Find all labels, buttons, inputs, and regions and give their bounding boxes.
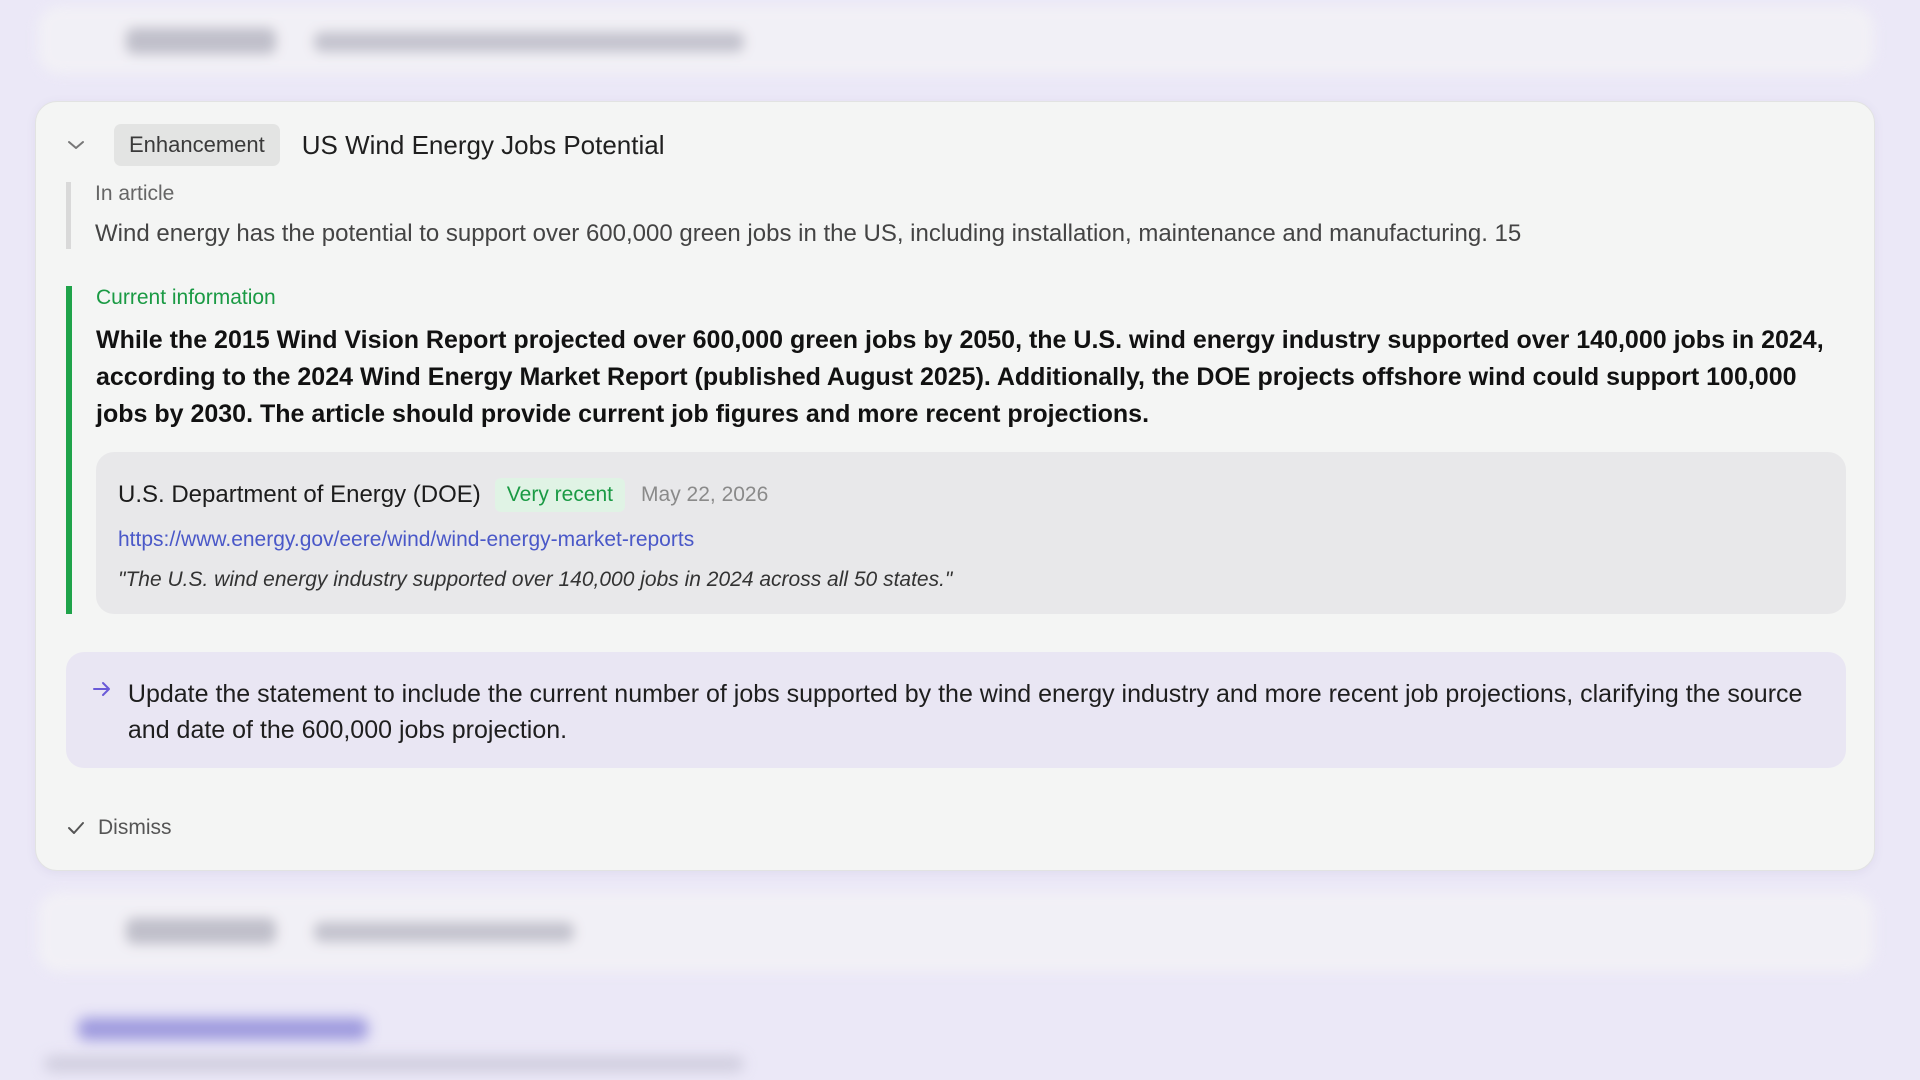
card-header[interactable]: Enhancement US Wind Energy Jobs Potentia… xyxy=(66,124,665,166)
dismiss-button[interactable]: Dismiss xyxy=(66,816,172,840)
blurred-text xyxy=(44,1056,744,1072)
source-header: U.S. Department of Energy (DOE) Very rec… xyxy=(118,478,1824,513)
in-article-text: Wind energy has the potential to support… xyxy=(95,220,1522,247)
source-link[interactable]: https://www.energy.gov/eere/wind/wind-en… xyxy=(118,528,1824,552)
current-information-text: While the 2015 Wind Vision Report projec… xyxy=(96,326,1824,428)
category-tag: Enhancement xyxy=(114,124,280,166)
arrow-right-icon xyxy=(92,676,114,768)
source-box: U.S. Department of Energy (DOE) Very rec… xyxy=(96,452,1846,615)
recency-badge: Very recent xyxy=(494,478,626,513)
check-icon xyxy=(66,820,88,836)
chevron-down-icon[interactable] xyxy=(66,135,86,155)
source-quote: "The U.S. wind energy industry supported… xyxy=(118,568,953,592)
card-title: US Wind Energy Jobs Potential xyxy=(301,129,665,160)
blurred-link xyxy=(78,1018,368,1040)
suggestion-card: Enhancement US Wind Energy Jobs Potentia… xyxy=(35,101,1875,871)
blurred-tag xyxy=(126,918,276,944)
blurred-title xyxy=(314,922,574,942)
blurred-card-below xyxy=(38,892,1874,972)
in-article-quote: In article Wind energy has the potential… xyxy=(66,182,1846,250)
current-information-label: Current information xyxy=(96,286,276,309)
review-panel: Enhancement US Wind Energy Jobs Potentia… xyxy=(0,0,1920,1080)
current-information-section: Current information While the 2015 Wind … xyxy=(66,286,1846,615)
source-date: May 22, 2026 xyxy=(641,483,769,507)
dismiss-label: Dismiss xyxy=(98,816,172,839)
suggestion-text: Update the statement to include the curr… xyxy=(127,680,1803,745)
in-article-label: In article xyxy=(95,182,175,205)
blurred-card-above xyxy=(38,6,1874,74)
suggestion-box: Update the statement to include the curr… xyxy=(66,652,1846,768)
blurred-tag xyxy=(126,28,276,54)
source-name: U.S. Department of Energy (DOE) xyxy=(118,481,481,509)
blurred-title xyxy=(314,32,744,52)
